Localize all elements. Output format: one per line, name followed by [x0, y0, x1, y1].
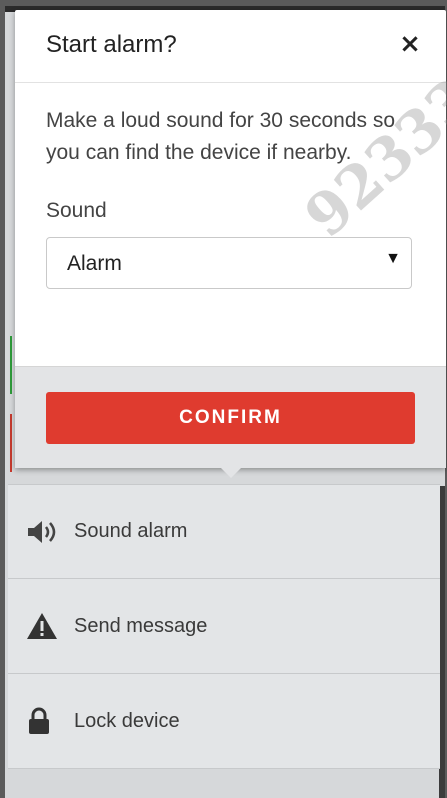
sound-field-label: Sound [46, 199, 107, 222]
status-accent-green [10, 336, 12, 394]
menu-item-label: Send message [74, 614, 208, 637]
menu-item-lock-device[interactable]: Lock device [8, 674, 440, 769]
sound-select[interactable]: Alarm ▼ [46, 237, 412, 289]
warning-icon [26, 612, 60, 640]
menu-item-sound-alarm[interactable]: Sound alarm [8, 484, 440, 579]
dialog-body: Make a loud sound for 30 seconds so you … [46, 105, 426, 289]
lock-icon [26, 707, 60, 735]
status-accent-red [10, 414, 12, 472]
dialog-description: Make a loud sound for 30 seconds so you … [46, 109, 396, 164]
chevron-down-icon: ▼ [385, 250, 401, 267]
menu-item-label: Sound alarm [74, 520, 188, 542]
sound-select-value: Alarm [67, 252, 122, 275]
dialog-footer: CONFIRM [15, 366, 446, 468]
confirm-button[interactable]: CONFIRM [46, 392, 415, 444]
device-actions-menu: Sound alarm Send message Lock device [8, 484, 440, 769]
close-icon[interactable]: × [398, 30, 422, 58]
popover-pointer [219, 466, 243, 478]
dialog-header: Start alarm? × [15, 10, 446, 83]
start-alarm-dialog: Start alarm? × Make a loud sound for 30 … [15, 10, 446, 468]
dialog-title: Start alarm? [46, 31, 177, 58]
menu-item-label: Lock device [74, 709, 180, 732]
speaker-icon [26, 519, 60, 545]
menu-item-send-message[interactable]: Send message [8, 579, 440, 674]
